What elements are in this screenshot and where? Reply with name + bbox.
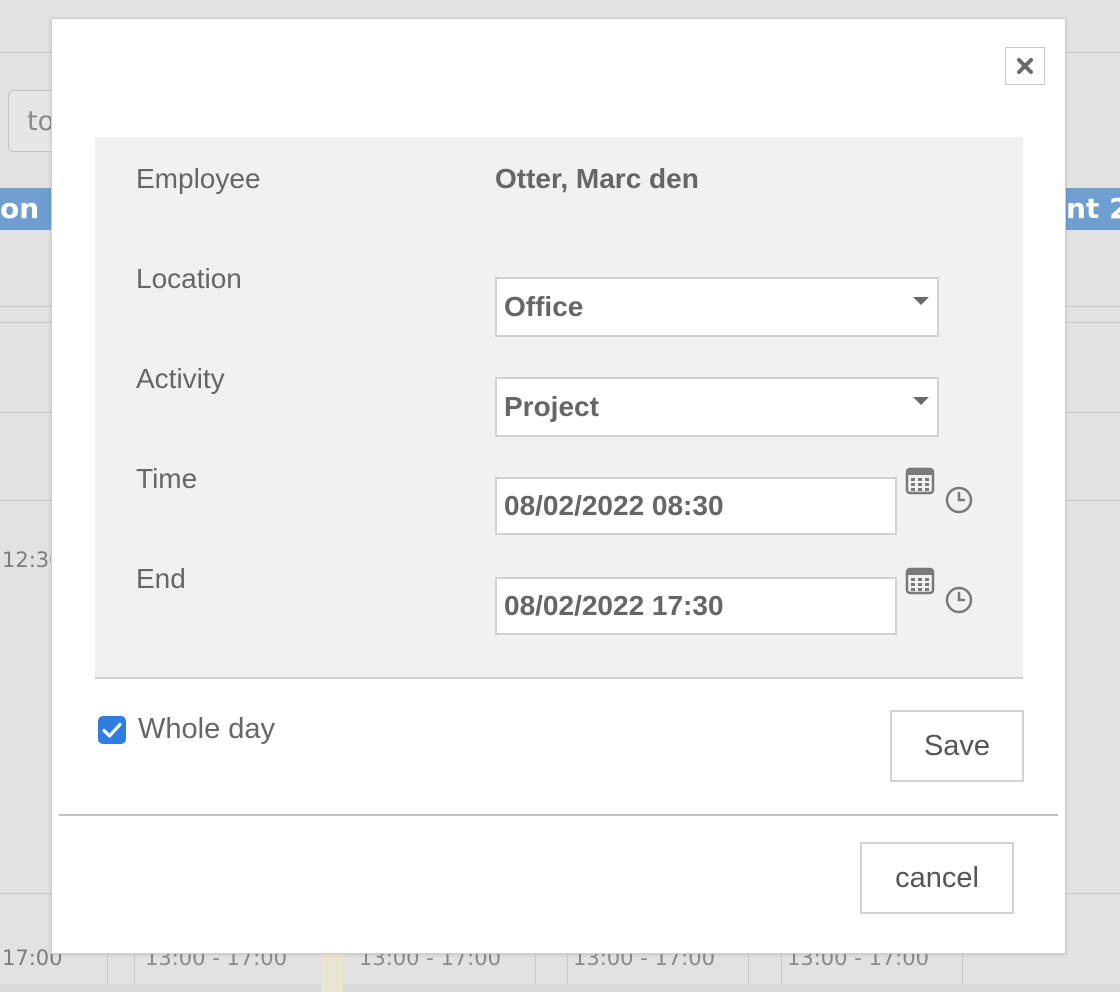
location-select[interactable]: Office	[495, 277, 939, 337]
appointment-dialog: Employee Otter, Marc den Location Office…	[51, 18, 1066, 954]
employee-value: Otter, Marc den	[495, 163, 699, 194]
bg-column-line	[781, 950, 782, 984]
end-time-input[interactable]	[495, 577, 897, 635]
activity-select[interactable]: Project	[495, 377, 939, 437]
cancel-button[interactable]: cancel	[860, 842, 1014, 914]
end-label: End	[136, 563, 186, 594]
bg-column-line	[567, 950, 568, 984]
form-panel: Employee Otter, Marc den Location Office…	[95, 137, 1023, 679]
bg-column-line	[535, 950, 536, 984]
whole-day-checkbox[interactable]	[98, 716, 126, 744]
chevron-down-icon	[913, 297, 929, 305]
save-button[interactable]: Save	[890, 710, 1024, 782]
bg-column-line	[748, 950, 749, 984]
footer-divider	[59, 814, 1058, 816]
bg-highlight	[321, 952, 343, 992]
save-button-label: Save	[923, 729, 991, 762]
chevron-down-icon	[913, 397, 929, 405]
clock-icon[interactable]	[944, 585, 974, 615]
clock-icon[interactable]	[944, 485, 974, 515]
whole-day-label[interactable]: Whole day	[138, 713, 275, 746]
location-label: Location	[136, 263, 242, 294]
day-header-left: on 2	[0, 188, 51, 230]
location-select-value: Office	[504, 291, 584, 322]
close-icon	[1017, 58, 1033, 74]
time-label: Time	[136, 463, 198, 494]
calendar-icon[interactable]	[905, 465, 935, 495]
bg-column-line	[107, 950, 108, 984]
employee-label: Employee	[136, 163, 261, 194]
bg-column-line	[134, 950, 135, 984]
calendar-icon[interactable]	[905, 565, 935, 595]
day-header-right: nt 2/	[1066, 188, 1120, 230]
cancel-button-label: cancel	[895, 861, 979, 894]
start-time-input[interactable]	[495, 477, 897, 535]
bg-column-line	[962, 950, 963, 984]
activity-label: Activity	[136, 363, 225, 394]
activity-select-value: Project	[504, 391, 599, 422]
close-button[interactable]	[1005, 47, 1045, 85]
